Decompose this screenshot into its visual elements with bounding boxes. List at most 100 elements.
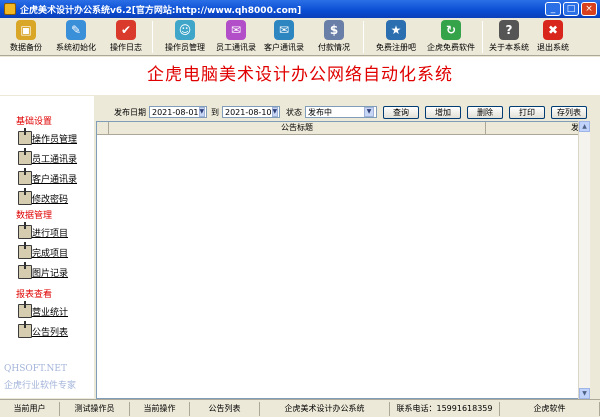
toolbar-button-label: 员工通讯录	[216, 43, 256, 52]
sidebar-section: 报表查看 营业统计 公告列表	[0, 289, 94, 342]
main-toolbar: ▣ 数据备份 ✎ 系统初始化 ✔ 操作日志 ☺ 操作员管理 ✉ 员工通讯录 ✉ 客户通讯录 $ 付款情况 ★…	[0, 18, 600, 56]
toolbar-button-label: 操作员管理	[165, 43, 205, 52]
status-label: 状态	[286, 107, 302, 117]
toolbar-separator	[363, 21, 364, 53]
sidebar-item[interactable]: 操作员管理	[18, 128, 94, 149]
scroll-down-arrow-icon[interactable]: ▼	[579, 388, 590, 399]
date-to-picker[interactable]: 2021-08-10 ▼	[222, 106, 280, 118]
sidebar-section-title: 基础设置	[16, 117, 53, 127]
sidebar-item[interactable]: 图片记录	[18, 262, 94, 283]
toolbar-button-label: 付款情况	[318, 43, 350, 52]
status-cell: 当前用户	[0, 402, 60, 416]
free-register-icon: ★	[386, 20, 406, 40]
toolbar-separator	[152, 21, 153, 53]
sidebar-item[interactable]: 员工通讯录	[18, 148, 94, 169]
sidebar-item[interactable]: 进行项目	[18, 222, 94, 243]
folder-pin-icon	[18, 242, 32, 259]
database-backup-icon: ▣	[16, 20, 36, 40]
folder-pin-icon	[18, 128, 32, 145]
banner-title: 企虎电脑美术设计办公网络自动化系统	[147, 65, 453, 85]
status-cell: 企虎美术设计办公系统	[260, 402, 390, 416]
sidebar-item[interactable]: 客户通讯录	[18, 168, 94, 189]
chevron-down-icon[interactable]: ▼	[364, 107, 374, 117]
status-cell: 企虎软件	[500, 402, 600, 416]
sidebar-item-label: 客户通讯录	[32, 175, 78, 185]
customer-contacts-icon: ✉	[274, 20, 294, 40]
folder-pin-icon	[18, 301, 32, 318]
chevron-down-icon[interactable]: ▼	[198, 107, 206, 117]
grid-vertical-scrollbar[interactable]: ▲ ▼	[578, 121, 590, 399]
date-to-value: 2021-08-10	[225, 107, 272, 117]
app-icon	[4, 3, 16, 15]
toolbar-button-1[interactable]: ✎ 系统初始化	[48, 18, 104, 54]
toolbar-button-label: 客户通讯录	[264, 43, 304, 52]
toolbar-button-2[interactable]: ✔ 操作日志	[104, 18, 148, 54]
toolbar-button-10[interactable]: ✖ 退出系统	[531, 18, 575, 54]
toolbar-button-3[interactable]: ☺ 操作员管理	[157, 18, 213, 54]
status-cell: 公告列表	[190, 402, 260, 416]
title-bar: 企虎美术设计办公系统v6.2[官方网站:http://www.qh8000.co…	[0, 0, 600, 18]
exit-system-icon: ✖	[543, 20, 563, 40]
sidebar-item-label: 营业统计	[32, 308, 69, 318]
sidebar-item[interactable]: 公告列表	[18, 321, 94, 342]
print-button[interactable]: 打印	[509, 105, 545, 119]
status-cell: 测试操作员	[60, 402, 130, 416]
toolbar-button-7[interactable]: ★ 免费注册吧	[368, 18, 424, 54]
row-selector-header	[97, 122, 109, 135]
to-label: 到	[211, 107, 219, 117]
status-select[interactable]: 发布中 ▼	[305, 106, 377, 118]
sidebar-nav: 基础设置 操作员管理 员工通讯录 客户通讯录 修改密码 数据管理 进行项目 完成项目 图片记录报…	[0, 96, 94, 398]
toolbar-button-label: 企虎免费软件	[427, 43, 475, 52]
toolbar-button-label: 操作日志	[110, 43, 142, 52]
sidebar-item-label: 公告列表	[32, 328, 69, 338]
folder-pin-icon	[18, 222, 32, 239]
sidebar-item-label: 员工通讯录	[32, 155, 78, 165]
payment-status-icon: $	[324, 20, 344, 40]
date-label: 发布日期	[114, 107, 146, 117]
window-controls: _ □ ×	[545, 2, 597, 16]
save-list-button[interactable]: 存列表	[551, 105, 587, 119]
folder-pin-icon	[18, 168, 32, 185]
banner: 企虎电脑美术设计办公网络自动化系统	[0, 57, 600, 95]
folder-pin-icon	[18, 188, 32, 205]
minimize-button[interactable]: _	[545, 2, 561, 16]
sidebar-item-label: 操作员管理	[32, 135, 78, 145]
add-button[interactable]: 增加	[425, 105, 461, 119]
toolbar-separator	[482, 21, 483, 53]
announcement-grid[interactable]: 公告标题 发布	[96, 121, 588, 399]
about-system-icon: ?	[499, 20, 519, 40]
grid-header: 公告标题 发布	[97, 122, 587, 135]
toolbar-button-6[interactable]: $ 付款情况	[309, 18, 359, 54]
window-title: 企虎美术设计办公系统v6.2[官方网站:http://www.qh8000.co…	[20, 5, 302, 16]
sidebar-section: 基础设置操作员管理员工通讯录客户通讯录修改密码	[0, 116, 94, 209]
toolbar-button-0[interactable]: ▣ 数据备份	[4, 18, 48, 54]
employee-contacts-icon: ✉	[226, 20, 246, 40]
toolbar-button-4[interactable]: ✉ 员工通讯录	[213, 18, 259, 54]
chevron-down-icon[interactable]: ▼	[271, 107, 279, 117]
maximize-button[interactable]: □	[563, 2, 579, 16]
sidebar-item[interactable]: 修改密码	[18, 188, 94, 209]
toolbar-button-label: 退出系统	[537, 43, 569, 52]
operator-manage-icon: ☺	[175, 20, 195, 40]
close-button[interactable]: ×	[581, 2, 597, 16]
date-from-value: 2021-08-01	[152, 107, 199, 117]
date-from-picker[interactable]: 2021-08-01 ▼	[149, 106, 207, 118]
sidebar-item[interactable]: 完成项目	[18, 242, 94, 263]
watermark-site: QHSOFT.NET	[4, 364, 68, 374]
sidebar-item-label: 图片记录	[32, 269, 69, 279]
sidebar-section: 数据管理 进行项目 完成项目 图片记录	[0, 210, 94, 283]
sidebar-item[interactable]: 营业统计	[18, 301, 94, 322]
toolbar-button-8[interactable]: ↻ 企虎免费软件	[424, 18, 478, 54]
column-header-publish[interactable]: 发布	[486, 122, 587, 135]
column-header-title[interactable]: 公告标题	[109, 122, 486, 135]
scroll-up-arrow-icon[interactable]: ▲	[579, 121, 590, 132]
toolbar-button-9[interactable]: ? 关于本系统	[487, 18, 531, 54]
toolbar-button-label: 免费注册吧	[376, 43, 416, 52]
query-button[interactable]: 查询	[383, 105, 419, 119]
folder-pin-icon	[18, 148, 32, 165]
toolbar-button-5[interactable]: ✉ 客户通讯录	[259, 18, 309, 54]
status-cell: 当前操作	[130, 402, 190, 416]
toolbar-button-label: 数据备份	[10, 43, 42, 52]
free-software-icon: ↻	[441, 20, 461, 40]
delete-button[interactable]: 删除	[467, 105, 503, 119]
